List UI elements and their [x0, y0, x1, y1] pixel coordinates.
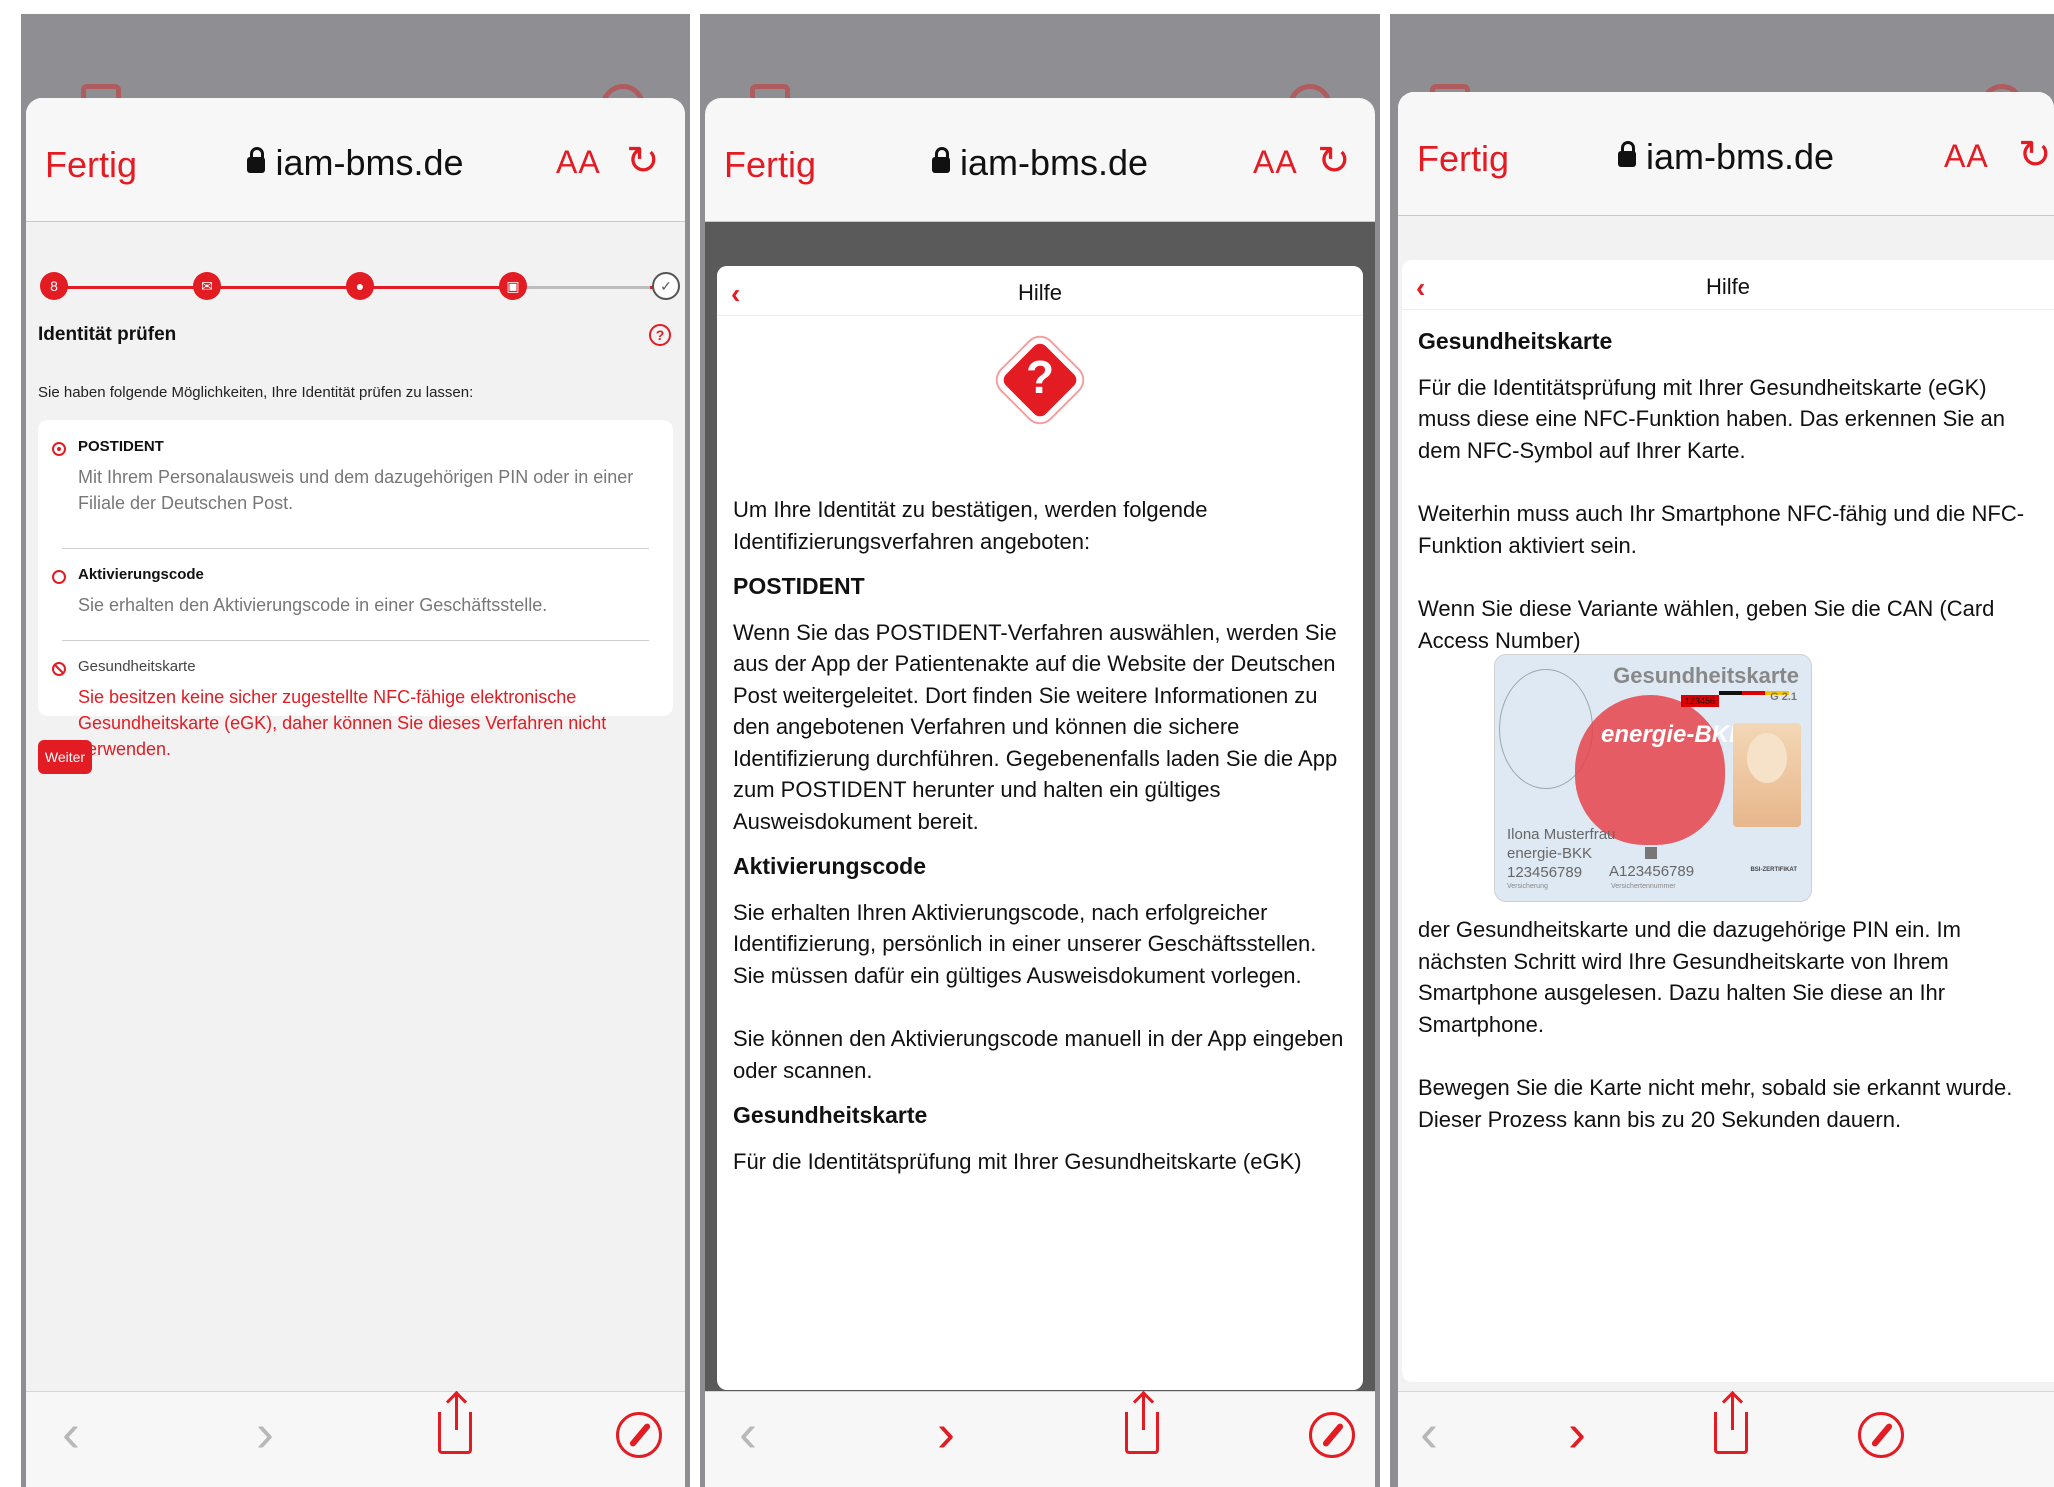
help-title: Hilfe	[1017, 280, 1062, 305]
compass-icon[interactable]	[1309, 1412, 1355, 1458]
option-title: Gesundheitskarte	[78, 658, 196, 675]
divider	[62, 548, 649, 549]
section-text: Für die Identitätsprüfung mit Ihrer Gesu…	[733, 1148, 1302, 1174]
help-dialog: ‹ Hilfe ? Um Ihre Identität zu bestätige…	[717, 266, 1363, 1390]
step-person-icon: 8	[40, 272, 68, 300]
help-header: ‹ Hilfe	[1402, 260, 2054, 310]
paragraph: Weiterhin muss auch Ihr Smartphone NFC-f…	[1418, 501, 2025, 558]
card-can: 123456	[1681, 695, 1719, 707]
paragraph: Für die Identitätsprüfung mit Ihrer Gesu…	[1418, 374, 2005, 463]
option-title: Aktivierungscode	[78, 566, 204, 583]
screen-help-gesundheitskarte: Fertig iam-bms.de AA ↻ ‹ Hilfe Gesundhei…	[1390, 14, 2054, 1487]
paragraph: der Gesundheitskarte und die dazugehörig…	[1418, 917, 1961, 1037]
help-title: Hilfe	[1705, 274, 1750, 299]
card-brand: energie-BKK	[1601, 721, 1747, 748]
option-title: POSTIDENT	[78, 438, 164, 455]
back-icon[interactable]: ‹	[1420, 1406, 1438, 1460]
section-text: Wenn Sie das POSTIDENT-Verfahren auswähl…	[733, 619, 1338, 834]
section-heading: POSTIDENT	[733, 573, 865, 599]
help-content: Um Ihre Identität zu bestätigen, werden …	[733, 494, 1349, 1177]
card-member-label: Versichertennummer	[1611, 883, 1676, 890]
url-text: iam-bms.de	[275, 142, 464, 183]
divider	[62, 640, 649, 641]
browser-sheet: Fertig iam-bms.de AA ↻ 8 ✉ ● ▣ ✓ Identit…	[26, 98, 685, 1487]
help-icon[interactable]: ?	[649, 324, 671, 346]
section-heading: Gesundheitskarte	[733, 1102, 928, 1128]
reload-icon[interactable]: ↻	[2018, 132, 2052, 178]
browser-toolbar: Fertig iam-bms.de AA ↻	[26, 98, 685, 222]
lock-icon	[247, 147, 266, 173]
section-heading: Aktivierungscode	[733, 853, 926, 879]
step-id-card-icon: ▣	[499, 272, 527, 300]
text-size-button[interactable]: AA	[556, 144, 601, 181]
card-insurer-label: Versicherung	[1507, 883, 1548, 890]
browser-toolbar: Fertig iam-bms.de AA ↻	[705, 98, 1375, 222]
browser-toolbar: Fertig iam-bms.de AA ↻	[1398, 92, 2054, 216]
card-insurer: energie-BKK	[1507, 845, 1593, 862]
help-intro: Um Ihre Identität zu bestätigen, werden …	[733, 497, 1208, 554]
options-card: POSTIDENT Mit Ihrem Personalausweis und …	[38, 420, 673, 759]
compass-icon[interactable]	[616, 1412, 662, 1458]
health-card-image: energie-BKK Gesundheitskarte 123456 G 2.…	[1494, 654, 1812, 902]
help-header: ‹ Hilfe	[717, 266, 1363, 316]
step-check-icon: ✓	[652, 272, 680, 300]
paragraph: Bewegen Sie die Karte nicht mehr, sobald…	[1418, 1075, 2013, 1132]
balloon-illustration	[1575, 695, 1725, 845]
progress-stepper: 8 ✉ ● ▣ ✓	[40, 272, 680, 302]
next-button[interactable]: Weiter	[38, 740, 92, 774]
option-description: Sie erhalten den Aktivierungscode in ein…	[78, 595, 548, 615]
card-holder-name: Ilona Musterfrau	[1507, 826, 1616, 843]
compass-icon[interactable]	[1858, 1412, 1904, 1458]
section-heading: Gesundheitskarte	[1418, 328, 1613, 354]
browser-sheet: Fertig iam-bms.de AA ↻ ‹ Hilfe Gesundhei…	[1398, 92, 2054, 1487]
reload-icon[interactable]: ↻	[1317, 138, 1351, 184]
question-mark-icon: ?	[992, 332, 1088, 428]
help-content-continued: der Gesundheitskarte und die dazugehörig…	[1418, 914, 2040, 1135]
step-lock-icon: ●	[346, 272, 374, 300]
share-icon[interactable]	[1714, 1394, 1748, 1454]
help-content: Gesundheitskarte Für die Identitätsprüfu…	[1418, 326, 2040, 656]
intro-text: Sie haben folgende Möglichkeiten, Ihre I…	[38, 384, 474, 401]
help-dialog: ‹ Hilfe Gesundheitskarte Für die Identit…	[1402, 260, 2054, 1382]
back-icon[interactable]: ‹	[739, 1406, 757, 1460]
browser-bottom-bar: ‹ ›	[1398, 1391, 2054, 1487]
screen-identity-check: Fertig iam-bms.de AA ↻ 8 ✉ ● ▣ ✓ Identit…	[21, 14, 690, 1487]
step-mail-icon: ✉	[193, 272, 221, 300]
screen-help-overview: Fertig iam-bms.de AA ↻ ‹ Hilfe ? Um Ihre…	[700, 14, 1380, 1487]
browser-bottom-bar: ‹ ›	[705, 1391, 1375, 1487]
text-size-button[interactable]: AA	[1944, 138, 1989, 175]
page-title: Identität prüfen	[38, 324, 177, 345]
reload-icon[interactable]: ↻	[626, 138, 660, 184]
back-icon[interactable]: ‹	[62, 1406, 80, 1460]
option-description: Mit Ihrem Personalausweis und dem dazuge…	[78, 467, 634, 513]
option-error-text: Sie besitzen keine sicher zugestellte NF…	[78, 687, 607, 759]
url-text: iam-bms.de	[1645, 136, 1835, 177]
share-icon[interactable]	[438, 1394, 472, 1454]
share-icon[interactable]	[1125, 1394, 1159, 1454]
card-member-number: A123456789	[1609, 863, 1695, 880]
section-text: Sie können den Aktivierungscode manuell …	[733, 1026, 1344, 1083]
forward-icon[interactable]: ›	[256, 1406, 274, 1460]
card-photo	[1733, 723, 1801, 827]
text-size-button[interactable]: AA	[1253, 144, 1298, 181]
forward-icon[interactable]: ›	[937, 1406, 955, 1460]
paragraph: Wenn Sie diese Variante wählen, geben Si…	[1418, 596, 1995, 653]
card-cert: BSI-ZERTIFIKAT	[1750, 867, 1797, 873]
forward-icon[interactable]: ›	[1568, 1406, 1586, 1460]
card-title: Gesundheitskarte	[1613, 663, 1799, 688]
url-text: iam-bms.de	[959, 142, 1149, 183]
radio-icon[interactable]	[52, 570, 66, 584]
card-generation: G 2.1	[1770, 691, 1797, 703]
browser-sheet: Fertig iam-bms.de AA ↻ ‹ Hilfe ? Um Ihre…	[705, 98, 1375, 1487]
lock-icon	[931, 147, 950, 173]
radio-selected-icon[interactable]	[52, 442, 66, 456]
lock-icon	[1617, 141, 1636, 167]
section-text: Sie erhalten Ihren Aktivierungscode, nac…	[733, 899, 1317, 988]
card-insurer-number: 123456789	[1507, 864, 1583, 881]
blocked-icon	[52, 662, 66, 676]
browser-bottom-bar: ‹ ›	[26, 1391, 685, 1487]
